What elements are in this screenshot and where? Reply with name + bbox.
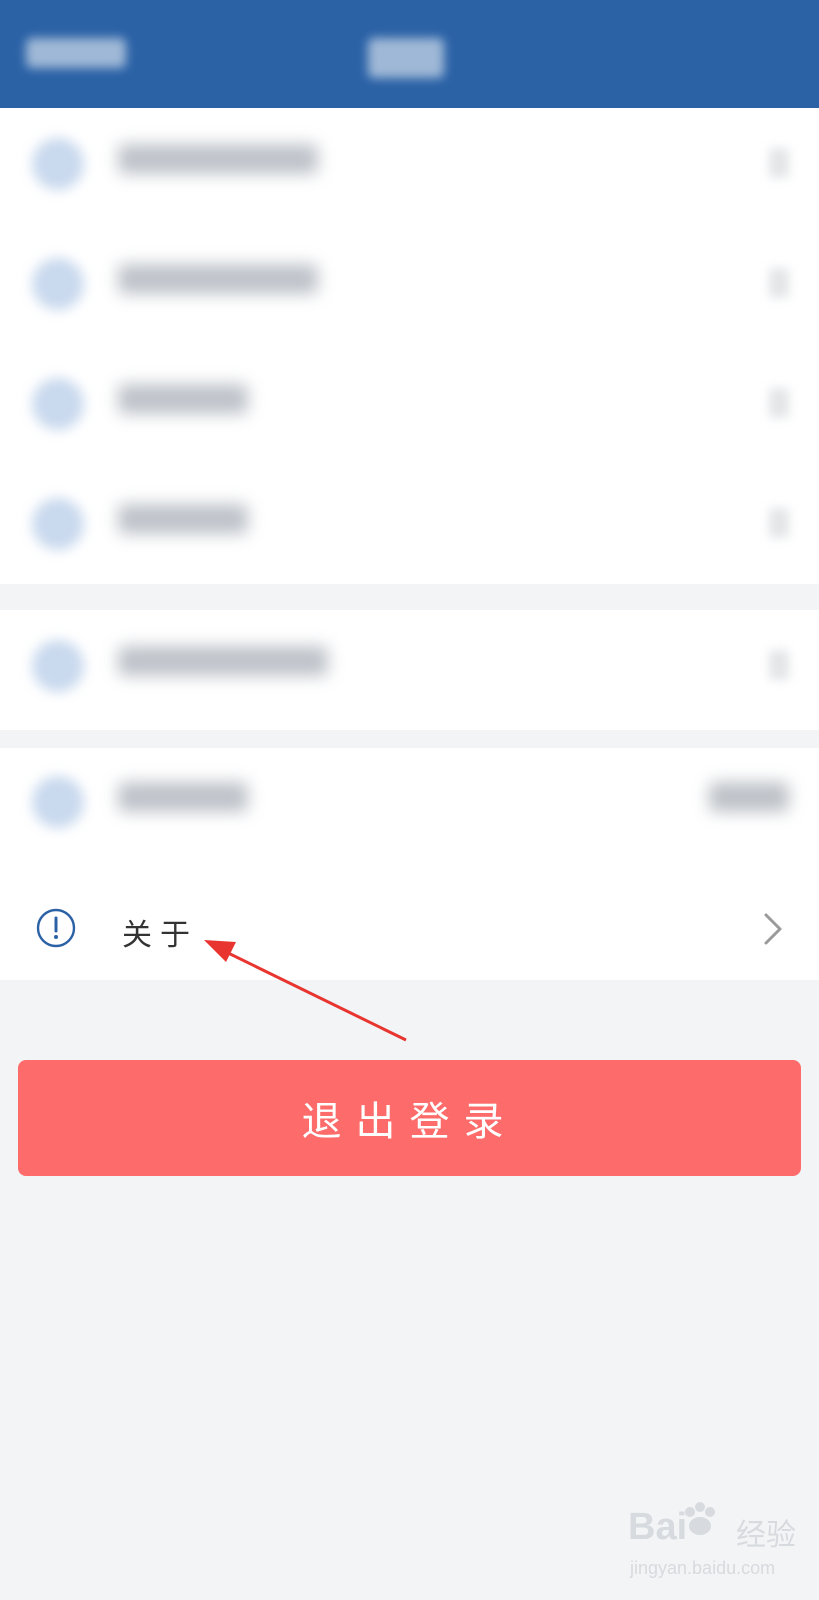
chevron-right-icon: [769, 148, 789, 178]
chevron-right-icon: [769, 388, 789, 418]
info-circle-icon: [36, 908, 76, 948]
paw-icon: [685, 1502, 715, 1535]
page-title: [368, 38, 444, 87]
watermark-brand: Bai: [628, 1506, 688, 1548]
settings-row-blurred[interactable]: [0, 348, 819, 468]
blurred-value: [709, 782, 789, 812]
settings-row-blurred[interactable]: [0, 228, 819, 348]
blurred-label: [118, 264, 318, 294]
watermark-brand-suffix: 经验: [736, 1518, 796, 1553]
settings-row-blurred[interactable]: [0, 610, 819, 730]
settings-row-blurred[interactable]: [0, 468, 819, 588]
blurred-label: [118, 144, 318, 174]
blurred-icon: [32, 640, 84, 692]
watermark-logo: Bai 经验 jingyan.baidu.com: [628, 1500, 798, 1590]
blurred-icon: [32, 138, 84, 190]
blurred-label: [118, 782, 248, 812]
chevron-right-icon: [769, 508, 789, 538]
settings-group-3: [0, 748, 819, 856]
blurred-icon: [32, 498, 84, 550]
header-bar: [0, 0, 819, 108]
blurred-label: [118, 504, 248, 534]
about-label: 关于: [122, 918, 198, 953]
blurred-label: [118, 384, 248, 414]
settings-group-2: [0, 610, 819, 730]
blurred-label: [118, 646, 328, 676]
blurred-icon: [32, 258, 84, 310]
blurred-icon: [32, 776, 84, 828]
chevron-right-icon[interactable]: [762, 912, 784, 946]
logout-button[interactable]: 退出登录: [18, 1060, 801, 1176]
settings-group-1: [0, 108, 819, 584]
back-button[interactable]: [26, 38, 126, 76]
chevron-right-icon: [769, 268, 789, 298]
settings-row-blurred[interactable]: [0, 748, 819, 856]
chevron-right-icon: [769, 650, 789, 680]
blurred-icon: [32, 378, 84, 430]
watermark-url: jingyan.baidu.com: [630, 1558, 776, 1578]
settings-row-blurred[interactable]: [0, 108, 819, 228]
